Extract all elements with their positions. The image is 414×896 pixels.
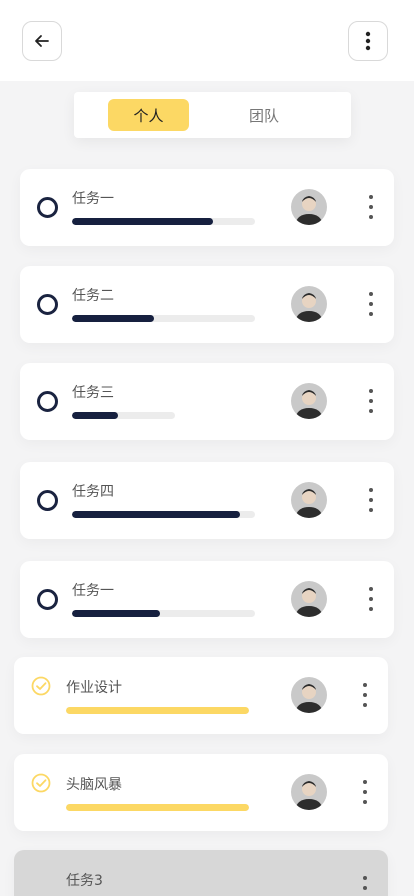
task-card[interactable]: 任务一 (20, 561, 394, 638)
task-title: 任务二 (72, 288, 114, 304)
tab-personal[interactable]: 个人 (108, 99, 189, 131)
vertical-dots-icon (365, 31, 371, 51)
task-more-button[interactable] (366, 195, 376, 219)
task-card[interactable]: 任务二 (20, 266, 394, 343)
task-card[interactable]: 任务一 (20, 169, 394, 246)
arrow-left-icon (35, 35, 49, 47)
check-circle-icon[interactable] (31, 773, 51, 793)
check-circle-icon[interactable] (31, 676, 51, 696)
task-title: 任务三 (72, 385, 114, 401)
progress-fill (72, 412, 119, 419)
segment-control: 个人 团队 (74, 92, 351, 138)
task-more-button[interactable] (366, 587, 376, 611)
task-more-button[interactable] (366, 488, 376, 512)
task-title: 任务一 (72, 191, 114, 207)
back-button[interactable] (22, 21, 62, 61)
incomplete-circle-icon[interactable] (37, 391, 58, 412)
task-title: 头脑风暴 (66, 777, 122, 793)
avatar[interactable] (291, 189, 327, 225)
progress-fill (72, 315, 155, 322)
task-card[interactable]: 任务三 (20, 363, 394, 440)
progress-track (72, 412, 175, 419)
incomplete-circle-icon[interactable] (37, 197, 58, 218)
task-title: 作业设计 (66, 680, 122, 696)
progress-fill (72, 218, 213, 225)
incomplete-circle-icon[interactable] (37, 294, 58, 315)
task-title: 任务3 (66, 873, 103, 889)
avatar[interactable] (291, 383, 327, 419)
task-title: 任务四 (72, 484, 114, 500)
task-title: 任务一 (72, 583, 114, 599)
task-card-completed[interactable]: 作业设计 (14, 657, 388, 734)
progress-track (72, 511, 255, 518)
progress-fill (66, 707, 249, 714)
task-card-inactive[interactable]: 任务3 (14, 850, 388, 896)
task-more-button[interactable] (360, 876, 370, 896)
avatar[interactable] (291, 581, 327, 617)
task-more-button[interactable] (366, 292, 376, 316)
task-card[interactable]: 任务四 (20, 462, 394, 539)
tab-team[interactable]: 团队 (224, 99, 304, 131)
progress-fill (66, 804, 249, 811)
avatar[interactable] (291, 774, 327, 810)
progress-track (66, 804, 249, 811)
progress-track (66, 707, 249, 714)
task-more-button[interactable] (360, 683, 370, 707)
progress-fill (72, 610, 160, 617)
progress-track (72, 218, 255, 225)
progress-track (72, 315, 255, 322)
avatar[interactable] (291, 677, 327, 713)
avatar[interactable] (291, 482, 327, 518)
task-more-button[interactable] (360, 780, 370, 804)
incomplete-circle-icon[interactable] (37, 490, 58, 511)
task-card-completed[interactable]: 头脑风暴 (14, 754, 388, 831)
task-more-button[interactable] (366, 389, 376, 413)
incomplete-circle-icon[interactable] (37, 589, 58, 610)
avatar[interactable] (291, 286, 327, 322)
app-header (0, 0, 414, 81)
header-more-button[interactable] (348, 21, 388, 61)
progress-track (72, 610, 255, 617)
progress-fill (72, 511, 241, 518)
